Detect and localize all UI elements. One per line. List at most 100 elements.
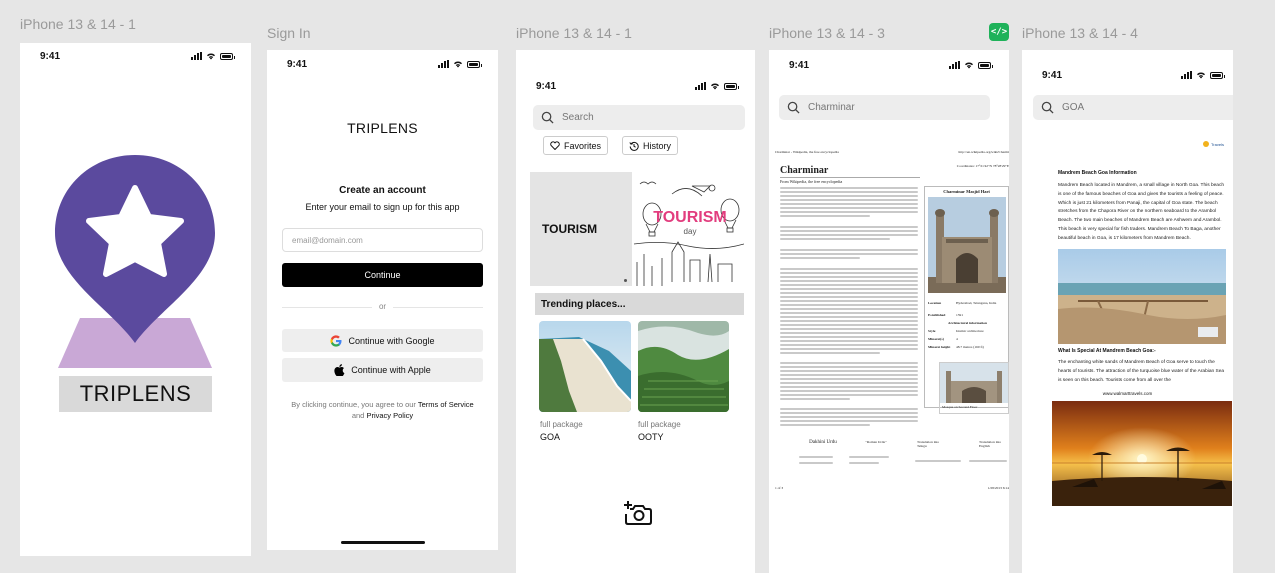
carousel-dot[interactable] (624, 279, 627, 282)
mosque-photo (940, 363, 1008, 403)
terms-of-service-link[interactable]: Terms of Service (418, 400, 474, 409)
doc-footer-right: 1/28/2013 6:14 (987, 486, 1009, 490)
battery-icon (467, 60, 482, 68)
search-icon (541, 111, 554, 124)
status-bar: 9:41 (20, 46, 251, 66)
status-time: 9:41 (789, 59, 810, 71)
terms-and: and (351, 411, 365, 420)
table-head-roman: "Roman Urdu" (865, 440, 887, 444)
history-label: History (643, 140, 672, 151)
goa-beach-image (539, 321, 631, 412)
charminar-screen: 9:41 Charminar Charminar - Wikipedia, th… (769, 50, 1009, 573)
goa-tag: full package (540, 420, 583, 429)
battery-icon (978, 61, 993, 69)
banner-title: TOURISM (542, 222, 598, 236)
table-head-english: Translation into English (979, 440, 1002, 448)
status-time: 9:41 (1042, 69, 1063, 81)
infobox-title: Charminar Masjid Hari (943, 189, 990, 194)
infobox-row: Style Islamic architecture (928, 329, 984, 333)
banner-art-title: TOURISM (653, 209, 726, 226)
search-input[interactable]: GOA (1033, 95, 1233, 120)
doc-subtitle: From Wikipedia, the free encyclopedia (780, 179, 843, 184)
logo-text: TRIPLENS (59, 376, 212, 412)
favorites-label: Favorites (564, 140, 602, 151)
favorites-button[interactable]: Favorites (543, 136, 609, 155)
goa-name[interactable]: GOA (540, 432, 560, 442)
google-signin-button[interactable]: Continue with Google (282, 329, 483, 352)
table-head-telugu: Translation into Telugu (917, 440, 940, 448)
article-heading-2: What Is Special At Mandrem Beach Goa:- (1058, 348, 1156, 354)
apple-signin-button[interactable]: Continue with Apple (282, 358, 483, 382)
privacy-policy-link[interactable]: Privacy Policy (366, 411, 413, 420)
location-pin-star-icon (55, 155, 215, 368)
tourism-day-illustration: TOURISM day (632, 172, 744, 286)
continue-button[interactable]: Continue (282, 263, 483, 287)
wifi-icon (711, 83, 719, 90)
terms-text: By clicking continue, you agree to our T… (277, 399, 488, 421)
status-bar: 9:41 (1022, 65, 1233, 85)
history-button[interactable]: History (622, 136, 679, 155)
battery-icon (1210, 71, 1225, 79)
sunset-beach-image (1052, 401, 1232, 506)
ooty-hills-image (638, 321, 729, 412)
doc-header-right: http://en.wikipedia.org/wiki/Charmi (958, 150, 1010, 154)
ooty-name[interactable]: OOTY (638, 432, 664, 442)
home-indicator[interactable] (341, 541, 425, 544)
goa-article[interactable]: Travels Mandrem Beach Goa Information Ma… (1022, 138, 1233, 558)
travels-logo: Travels (1202, 140, 1224, 148)
status-bar: 9:41 (769, 55, 1009, 75)
wikipedia-document[interactable]: Charminar - Wikipedia, the free encyclop… (769, 146, 1009, 546)
create-account-subheading: Enter your email to sign up for this app (305, 202, 460, 212)
frame-label-signin: Sign In (267, 25, 311, 41)
ooty-tag: full package (638, 420, 681, 429)
signal-icon (949, 61, 960, 69)
signin-screen: 9:41 TRIPLENS Create an account Enter yo… (267, 50, 498, 550)
search-icon (787, 101, 800, 114)
doc-footer-left: 1 of 3 (775, 486, 784, 490)
add-photo-camera-icon[interactable] (623, 500, 653, 526)
home-screen: 9:41 Search Favorites History TOURISM TO… (516, 50, 755, 573)
status-time: 9:41 (536, 80, 557, 92)
doc-header-left: Charminar - Wikipedia, the free encyclop… (775, 150, 839, 154)
sunset-photo (1052, 401, 1232, 506)
mosque-caption: Mosque on Second Floor (942, 405, 978, 409)
apple-signin-label: Continue with Apple (351, 365, 431, 375)
table-head-urdu: Dakhini Urdu (809, 440, 837, 445)
frame-label-home: iPhone 13 & 14 - 1 (516, 25, 632, 41)
doc-coordinates: Coordinates: 17°21'42"N 78°28'29"E (956, 164, 1009, 168)
battery-icon (220, 52, 235, 60)
trending-header: Trending places... (535, 293, 744, 315)
frame-label-charminar: iPhone 13 & 14 - 3 (769, 25, 885, 41)
google-icon (330, 334, 342, 347)
status-time: 9:41 (287, 58, 308, 70)
signal-icon (191, 52, 202, 60)
infobox-row: Location Hyderabad, Telangana, India (928, 301, 997, 305)
goa-card-image[interactable] (539, 321, 631, 412)
terms-prefix: By clicking continue, you agree to our (291, 400, 416, 409)
infobox-row: Minaret height 48.7 metres (160 ft) (928, 345, 984, 349)
search-placeholder: Search (562, 112, 594, 123)
tourism-banner[interactable]: TOURISM TOURISM day (530, 172, 744, 286)
battery-icon (724, 82, 739, 90)
search-input[interactable]: Search (533, 105, 745, 130)
mosque-thumbnail: Mosque on Second Floor (939, 362, 1009, 414)
search-value: GOA (1062, 102, 1085, 113)
sun-logo-icon (1203, 141, 1209, 147)
mandrem-beach-image (1058, 249, 1226, 345)
status-bar: 9:41 (267, 54, 498, 74)
article-heading: Mandrem Beach Goa Information (1058, 170, 1137, 176)
email-input[interactable]: email@domain.com (282, 228, 483, 252)
infobox-section: Architectural information (948, 321, 987, 325)
ooty-card-image[interactable] (638, 321, 729, 412)
code-view-icon[interactable]: </> (989, 23, 1009, 41)
frame-label-goa: iPhone 13 & 14 - 4 (1022, 25, 1138, 41)
banner-art-sub: day (684, 227, 697, 236)
apple-icon (334, 364, 345, 376)
wifi-icon (1197, 72, 1205, 79)
article-url[interactable]: www.walmarttravels.com (1022, 391, 1233, 396)
travels-logo-text: Travels (1211, 141, 1224, 147)
infobox-row: Established 1591 (928, 313, 963, 317)
doc-title: Charminar (780, 165, 829, 176)
charminar-photo (928, 197, 1006, 293)
search-input[interactable]: Charminar (779, 95, 990, 120)
